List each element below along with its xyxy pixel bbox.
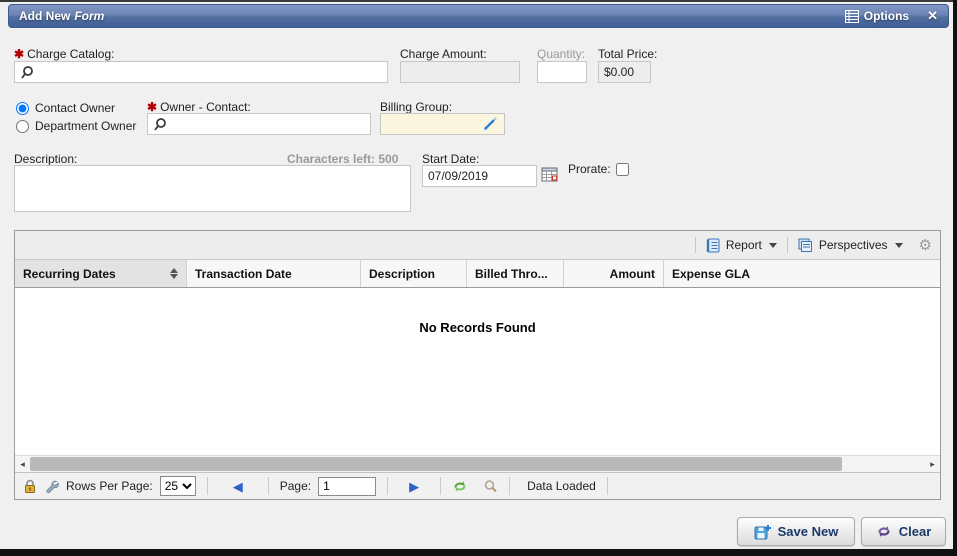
- characters-left-counter: Characters left: 500: [287, 152, 398, 166]
- perspectives-icon: [798, 238, 814, 253]
- charge-amount-input: [400, 61, 520, 83]
- perspectives-button[interactable]: Perspectives: [792, 236, 909, 255]
- description-label: Description:: [14, 152, 77, 166]
- save-new-icon: [754, 524, 771, 540]
- clear-icon: [876, 524, 892, 539]
- start-date-label: Start Date:: [422, 152, 479, 166]
- previous-page-icon[interactable]: ◀: [233, 480, 243, 493]
- scroll-right-arrow-icon[interactable]: ▸: [925, 456, 940, 472]
- grid-toolbar: Report Perspectives ⚙: [15, 231, 940, 260]
- grid-body: No Records Found: [15, 288, 940, 455]
- refresh-icon[interactable]: [452, 479, 468, 494]
- clear-label: Clear: [899, 524, 932, 539]
- quantity-label: Quantity:: [537, 47, 585, 61]
- grid-header-row: Recurring Dates Transaction Date Descrip…: [15, 260, 940, 288]
- chevron-down-icon: [895, 243, 903, 248]
- rows-per-page-select[interactable]: 25: [160, 476, 196, 496]
- owner-contact-label: ✱Owner - Contact:: [147, 100, 251, 114]
- pager-divider: [268, 477, 269, 495]
- prorate-checkbox[interactable]: [616, 163, 629, 176]
- required-asterisk: ✱: [147, 100, 157, 114]
- window-bottom-edge: [0, 549, 957, 556]
- department-owner-radio[interactable]: [16, 120, 29, 133]
- description-textarea[interactable]: [14, 165, 411, 212]
- scrollbar-thumb[interactable]: [30, 457, 842, 471]
- charge-catalog-label: ✱Charge Catalog:: [14, 47, 114, 61]
- pager-divider: [207, 477, 208, 495]
- page-label: Page:: [280, 479, 311, 493]
- report-label: Report: [726, 238, 762, 252]
- horizontal-scrollbar[interactable]: ◂ ▸: [15, 455, 940, 472]
- edit-pencil-icon[interactable]: [482, 116, 498, 132]
- options-button[interactable]: Options: [845, 9, 909, 23]
- add-new-form-dialog: Add New Form Options ✕ ✱Charge Catalog: …: [0, 0, 957, 556]
- column-header-expense-gla[interactable]: Expense GLA: [664, 260, 940, 287]
- total-price-input: [598, 61, 651, 83]
- save-new-button[interactable]: Save New: [737, 517, 855, 546]
- department-owner-radio-row[interactable]: Department Owner: [16, 119, 136, 133]
- wrench-icon[interactable]: [44, 479, 59, 494]
- contact-owner-radio[interactable]: [16, 102, 29, 115]
- prorate-label: Prorate:: [568, 162, 611, 176]
- results-grid: Report Perspectives ⚙ Recurring Dates: [14, 230, 941, 500]
- column-header-description[interactable]: Description: [361, 260, 467, 287]
- billing-group-label: Billing Group:: [380, 100, 452, 114]
- gear-icon[interactable]: ⚙: [919, 238, 932, 253]
- prorate-field: Prorate:: [568, 162, 629, 176]
- charge-amount-label: Charge Amount:: [400, 47, 487, 61]
- data-loaded-status: Data Loaded: [527, 479, 596, 493]
- save-new-label: Save New: [778, 524, 839, 539]
- column-header-amount[interactable]: Amount: [564, 260, 664, 287]
- next-page-icon[interactable]: ▶: [409, 480, 419, 493]
- column-header-billed-through[interactable]: Billed Thro...: [467, 260, 564, 287]
- dialog-titlebar: Add New Form Options ✕: [8, 4, 949, 28]
- total-price-label: Total Price:: [598, 47, 657, 61]
- toolbar-divider: [695, 237, 696, 253]
- close-icon[interactable]: ✕: [927, 8, 938, 24]
- column-header-transaction-date[interactable]: Transaction Date: [187, 260, 361, 287]
- perspectives-label: Perspectives: [819, 238, 888, 252]
- pager-divider: [509, 477, 510, 495]
- search-icon: [19, 65, 35, 81]
- chevron-down-icon: [769, 243, 777, 248]
- page-number-input[interactable]: [318, 477, 376, 496]
- grid-pager: Rows Per Page: 25 ◀ Page: ▶: [15, 472, 940, 499]
- dialog-title: Add New: [19, 9, 70, 23]
- rows-per-page-label: Rows Per Page:: [66, 479, 153, 493]
- toolbar-divider: [787, 237, 788, 253]
- window-top-edge: [0, 0, 957, 2]
- department-owner-label: Department Owner: [35, 119, 136, 133]
- pager-divider: [387, 477, 388, 495]
- start-date-input[interactable]: [422, 165, 537, 187]
- window-right-edge: [953, 0, 957, 556]
- lock-icon[interactable]: [23, 479, 37, 494]
- dialog-title-form-word: Form: [74, 9, 104, 23]
- owner-contact-input[interactable]: [147, 113, 371, 135]
- report-button[interactable]: Report: [700, 236, 783, 255]
- clear-button[interactable]: Clear: [861, 517, 946, 546]
- search-records-icon[interactable]: [483, 479, 498, 494]
- report-icon: [706, 238, 721, 253]
- scroll-left-arrow-icon[interactable]: ◂: [15, 456, 30, 472]
- charge-catalog-input[interactable]: [14, 61, 388, 83]
- contact-owner-radio-row[interactable]: Contact Owner: [16, 101, 115, 115]
- pager-divider: [440, 477, 441, 495]
- options-label: Options: [864, 9, 909, 23]
- pager-divider: [607, 477, 608, 495]
- column-header-recurring-dates[interactable]: Recurring Dates: [15, 260, 187, 287]
- calendar-icon[interactable]: [540, 166, 560, 186]
- no-records-message: No Records Found: [15, 320, 940, 335]
- contact-owner-label: Contact Owner: [35, 101, 115, 115]
- quantity-input: [537, 61, 587, 83]
- required-asterisk: ✱: [14, 47, 24, 61]
- sort-icon[interactable]: [170, 268, 178, 279]
- search-icon: [152, 117, 168, 133]
- options-menu-icon: [845, 10, 859, 23]
